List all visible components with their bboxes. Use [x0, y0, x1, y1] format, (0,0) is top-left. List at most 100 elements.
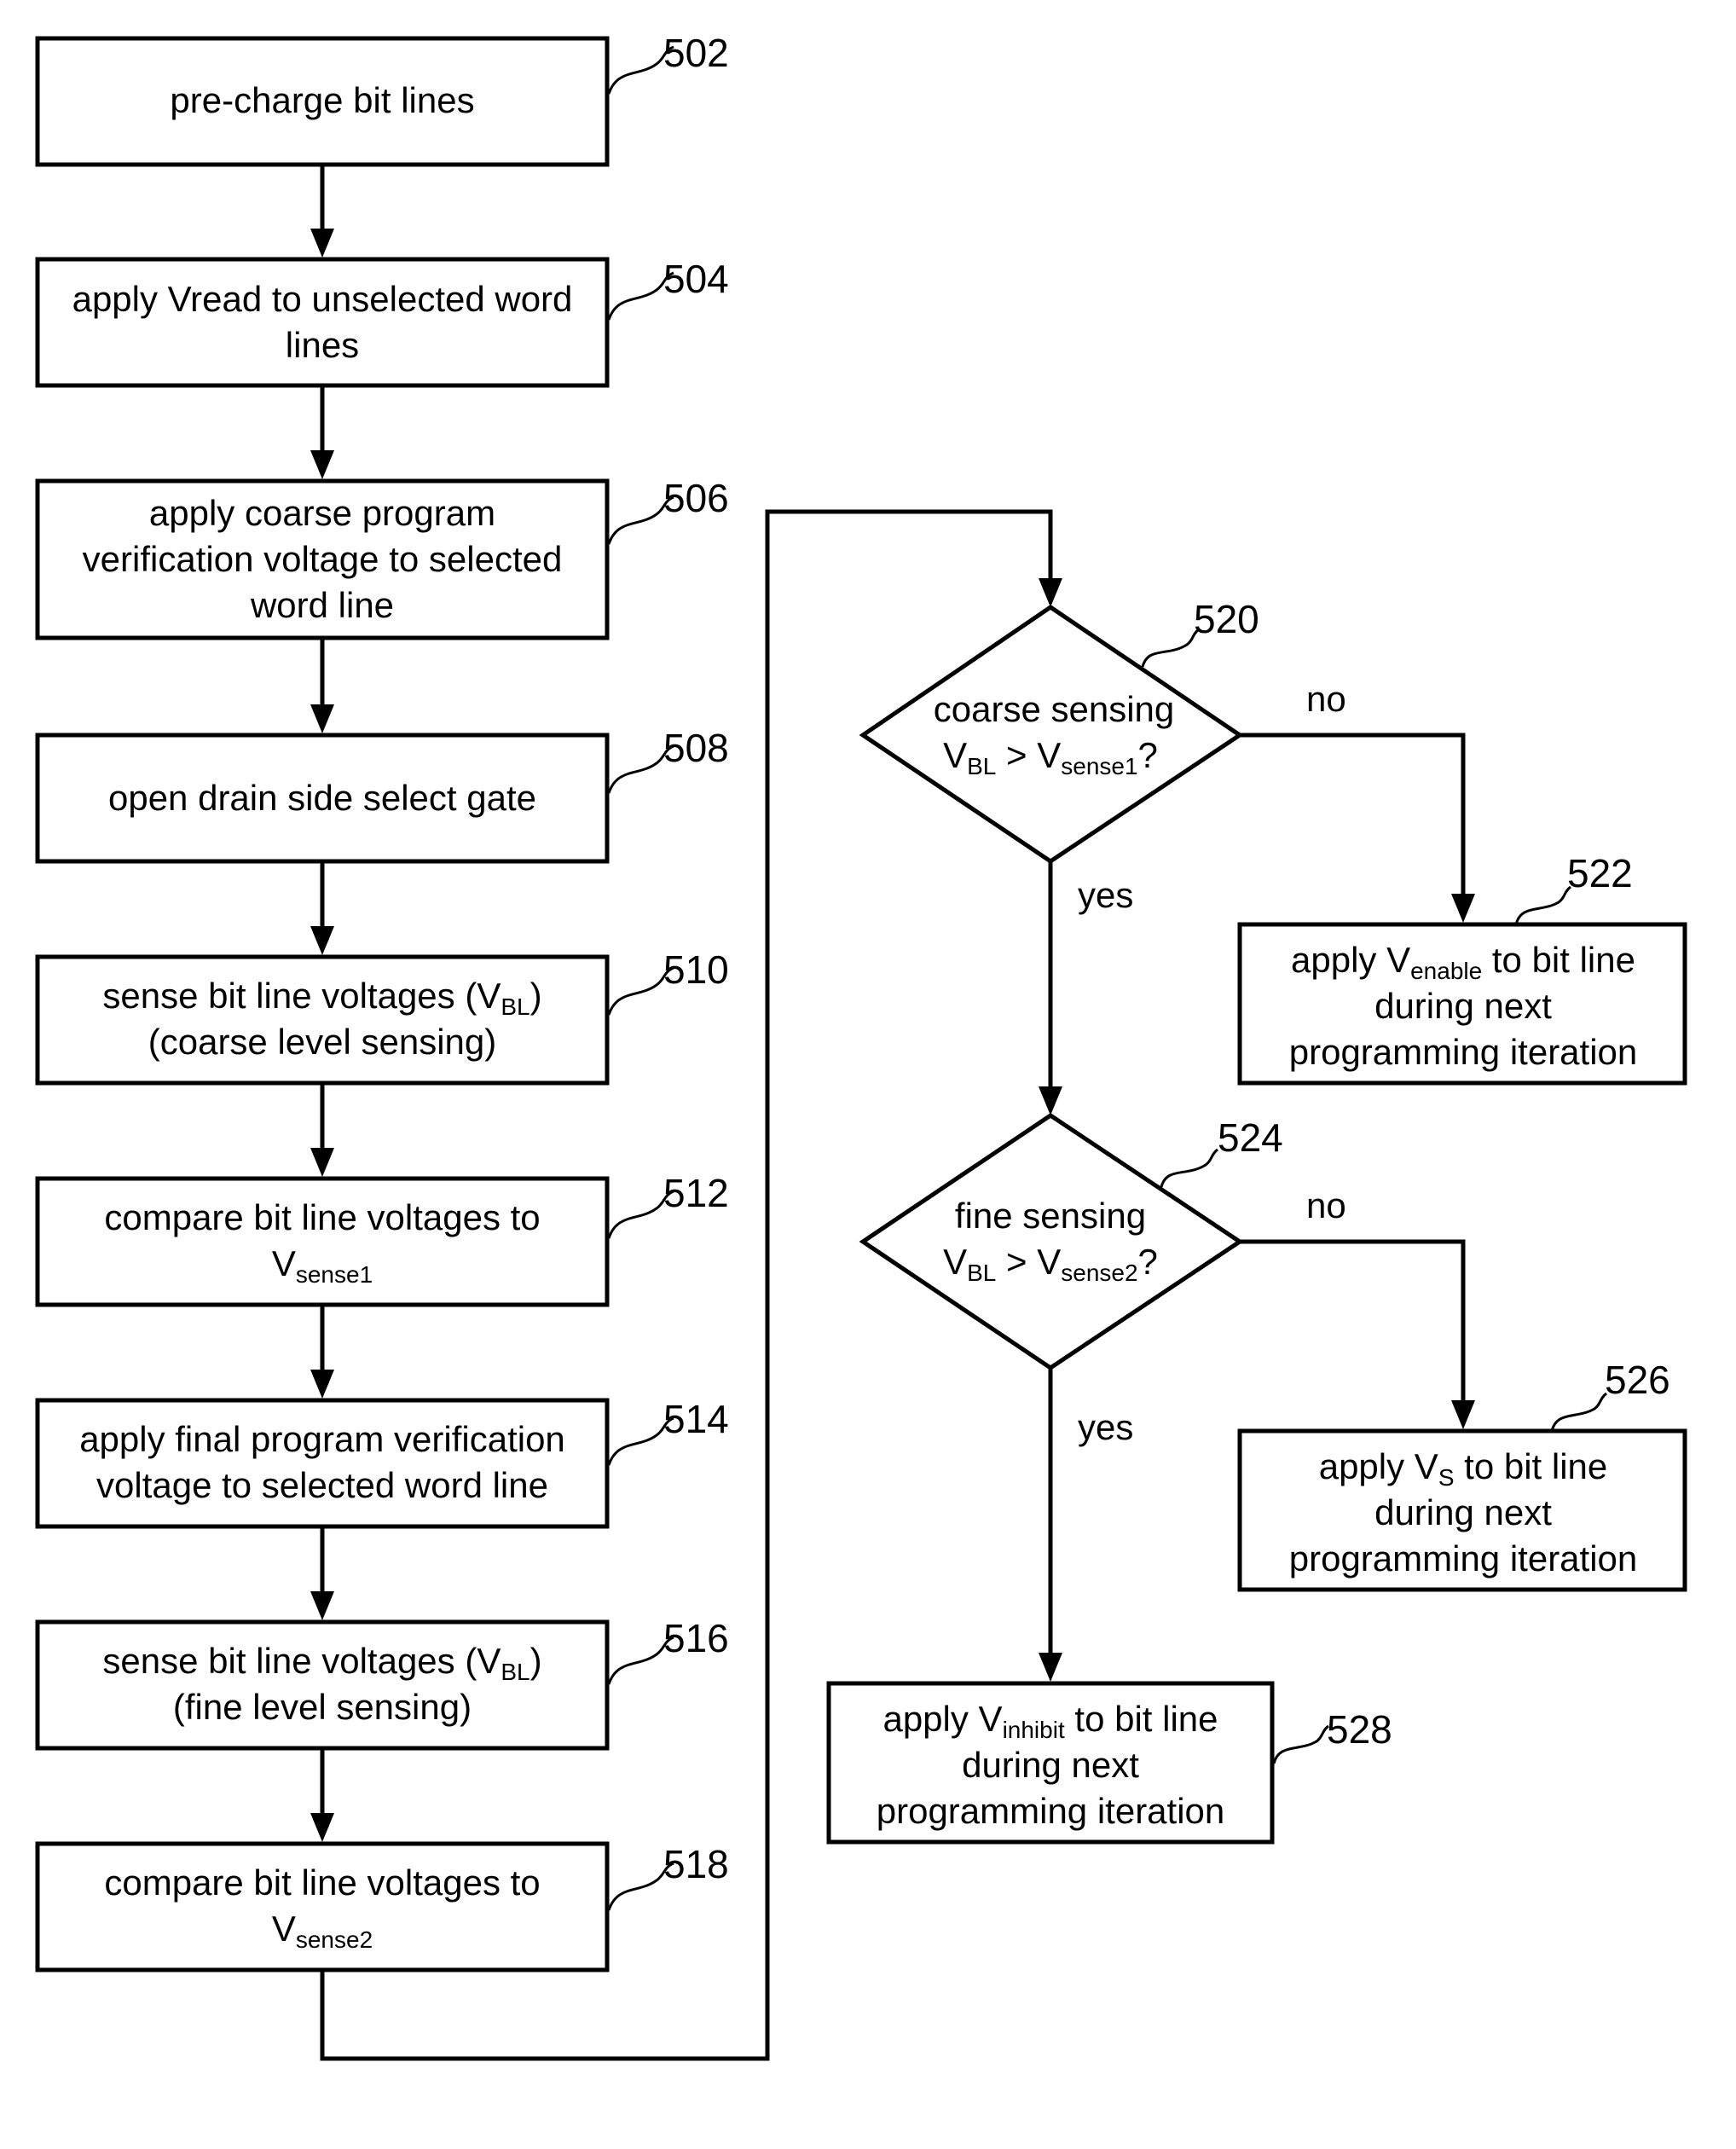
text-part: ) [530, 976, 542, 1016]
ref-514: 514 [663, 1397, 729, 1441]
text-part: apply V [1319, 1446, 1438, 1486]
step-506-line3: word line [250, 585, 394, 625]
connector-520-no [1240, 733, 1466, 894]
label-yes-524: yes [1078, 1407, 1133, 1447]
subscript: BL [967, 1260, 996, 1286]
step-504: apply Vread to unselected word lines 504 [35, 257, 729, 388]
step-514-line2: voltage to selected word line [96, 1465, 548, 1505]
ref-516: 516 [663, 1616, 729, 1660]
step-510-line1: sense bit line voltages (VBL) [102, 976, 541, 1020]
text-part: sense bit line voltages (V [102, 1641, 501, 1681]
subscript: BL [501, 1659, 529, 1685]
arrowhead [310, 450, 334, 479]
step-508-text: open drain side select gate [108, 778, 536, 818]
ref-526: 526 [1605, 1358, 1670, 1402]
arrowhead [1451, 1400, 1475, 1429]
step-508: open drain side select gate 508 [35, 726, 729, 864]
step-522-line2: during next [1374, 986, 1552, 1026]
leader-520 [1141, 628, 1200, 668]
step-516: sense bit line voltages (VBL) (fine leve… [35, 1616, 729, 1751]
ref-508: 508 [663, 726, 729, 770]
step-510-line2: (coarse level sensing) [148, 1022, 497, 1062]
connector-524-no [1240, 1239, 1466, 1400]
step-506-line2: verification voltage to selected [83, 539, 563, 579]
ref-502: 502 [663, 31, 729, 75]
ref-528: 528 [1327, 1707, 1392, 1752]
decision-524-line1: fine sensing [955, 1196, 1146, 1236]
step-514-line1: apply final program verification [79, 1419, 565, 1459]
ref-524: 524 [1218, 1115, 1283, 1160]
step-502-text: pre-charge bit lines [170, 80, 474, 120]
text-part: ? [1138, 735, 1158, 775]
text-part: to bit line [1455, 1446, 1608, 1486]
arrowhead [310, 1591, 334, 1620]
arrowhead [310, 1148, 334, 1177]
step-518-line1: compare bit line voltages to [104, 1862, 540, 1903]
step-512-line1: compare bit line voltages to [104, 1197, 540, 1237]
step-526-line2: during next [1374, 1492, 1552, 1532]
arrowhead [1451, 894, 1475, 923]
arrowhead [310, 926, 334, 955]
subscript: sense2 [296, 1926, 373, 1953]
arrowhead [310, 704, 334, 733]
arrowhead [1039, 1653, 1062, 1682]
step-504-line2: lines [286, 325, 359, 365]
flowchart: pre-charge bit lines 502 apply Vread to … [35, 31, 1687, 2061]
arrowhead [1039, 578, 1062, 607]
step-518: compare bit line voltages to Vsense2 518 [35, 1841, 729, 1972]
leader-526 [1550, 1392, 1607, 1432]
label-no-520: no [1306, 679, 1346, 719]
arrowhead [310, 229, 334, 258]
step-516-line2: (fine level sensing) [173, 1687, 472, 1727]
decision-520-line1: coarse sensing [934, 689, 1175, 729]
text-part: V [272, 1243, 296, 1283]
step-510: sense bit line voltages (VBL) (coarse le… [35, 947, 729, 1086]
subscript: enable [1410, 958, 1482, 984]
text-part: to bit line [1482, 940, 1635, 980]
ref-518: 518 [663, 1842, 729, 1886]
decision-524: fine sensing VBL > Vsense2? 524 [859, 1112, 1283, 1371]
leader-524 [1160, 1148, 1218, 1188]
arrowhead [310, 1370, 334, 1399]
subscript: sense1 [1061, 753, 1137, 779]
label-no-524: no [1306, 1185, 1346, 1225]
step-526-line1: apply VS to bit line [1319, 1446, 1608, 1491]
text-part: > V [996, 735, 1061, 775]
step-512: compare bit line voltages to Vsense1 512 [35, 1171, 729, 1307]
step-528: apply Vinhibit to bit line during next p… [826, 1681, 1392, 1845]
leader-528 [1272, 1724, 1329, 1764]
text-part: to bit line [1065, 1699, 1218, 1739]
ref-510: 510 [663, 947, 729, 992]
subscript: S [1438, 1464, 1455, 1491]
step-528-line3: programming iteration [877, 1791, 1225, 1831]
text-part: apply V [1291, 940, 1410, 980]
ref-520: 520 [1194, 597, 1259, 641]
step-516-line1: sense bit line voltages (VBL) [102, 1641, 541, 1685]
text-part: V [272, 1909, 296, 1949]
subscript: BL [501, 993, 529, 1020]
subscript: sense2 [1061, 1260, 1137, 1286]
step-526-line3: programming iteration [1289, 1538, 1638, 1578]
step-506: apply coarse program verification voltag… [35, 476, 729, 640]
subscript: inhibit [1003, 1717, 1065, 1743]
step-502: pre-charge bit lines 502 [35, 31, 729, 167]
decision-520: coarse sensing VBL > Vsense1? 520 [859, 597, 1259, 865]
text-part: V [943, 735, 967, 775]
subscript: sense1 [296, 1261, 373, 1288]
step-506-line1: apply coarse program [149, 493, 495, 533]
label-yes-520: yes [1078, 875, 1133, 915]
leader-522 [1514, 885, 1571, 925]
arrowhead [1039, 1086, 1062, 1115]
step-528-line2: during next [962, 1745, 1139, 1785]
step-514: apply final program verification voltage… [35, 1397, 729, 1529]
ref-504: 504 [663, 257, 729, 301]
step-504-line1: apply Vread to unselected word [72, 279, 573, 319]
ref-506: 506 [663, 476, 729, 520]
text-part: sense bit line voltages (V [102, 976, 501, 1016]
ref-512: 512 [663, 1171, 729, 1215]
text-part: ) [530, 1641, 542, 1681]
text-part: ? [1138, 1242, 1158, 1282]
subscript: BL [967, 753, 996, 779]
step-522-line3: programming iteration [1289, 1032, 1638, 1072]
ref-522: 522 [1567, 851, 1633, 895]
